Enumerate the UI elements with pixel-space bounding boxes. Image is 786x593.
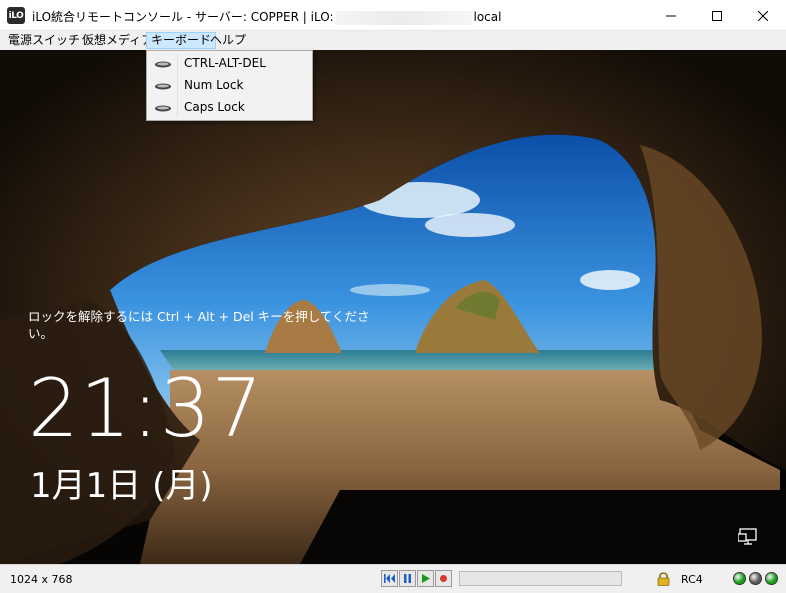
menu-power-switch[interactable]: 電源スイッチ (4, 32, 84, 49)
maximize-icon (712, 10, 722, 21)
pause-icon (404, 574, 411, 583)
window-title: iLO統合リモートコンソール - サーバー: COPPER | iLO: loca… (32, 8, 501, 25)
pause-button[interactable] (399, 570, 416, 587)
status-bar: 1024 x 768 RC4 (0, 564, 786, 593)
menu-help[interactable]: ヘルプ (206, 32, 250, 49)
menu-item-label: Num Lock (184, 78, 244, 92)
minimize-icon (666, 15, 676, 16)
network-icon[interactable] (738, 528, 758, 546)
keyboard-icon (155, 83, 171, 90)
screen-resolution: 1024 x 768 (10, 573, 73, 586)
close-icon (758, 10, 768, 21)
remote-console-screen[interactable]: ロックを解除するには Ctrl + Alt + Del キーを押してください。 … (0, 50, 786, 564)
skip-to-start-icon (384, 574, 395, 583)
lock-screen-date: 1月1日 (月) (30, 466, 213, 506)
skip-to-start-button[interactable] (381, 570, 398, 587)
lock-screen-time: 21:37 (28, 362, 264, 455)
unlock-instruction: ロックを解除するには Ctrl + Alt + Del キーを押してください。 (28, 309, 370, 341)
play-icon (422, 574, 430, 583)
menu-item-label: Caps Lock (184, 100, 245, 114)
encryption-label: RC4 (681, 573, 703, 586)
keyboard-dropdown-menu: CTRL-ALT-DEL Num Lock Caps Lock (146, 50, 313, 121)
ilo-logo-icon: iLO (7, 7, 25, 24)
keyboard-icon (155, 105, 171, 112)
playback-progress-bar (459, 571, 622, 586)
keyboard-icon (155, 61, 171, 68)
maximize-button[interactable] (694, 0, 740, 31)
record-button[interactable] (435, 570, 452, 587)
close-button[interactable] (740, 0, 786, 31)
window-title-prefix: iLO統合リモートコンソール - サーバー: COPPER | iLO: (32, 10, 334, 24)
power-indicator-icon (765, 572, 778, 585)
title-bar[interactable]: iLO iLO統合リモートコンソール - サーバー: COPPER | iLO:… (0, 0, 786, 31)
menu-item-ctrl-alt-del[interactable]: CTRL-ALT-DEL (149, 53, 310, 75)
menu-bar: 電源スイッチ 仮想メディア キーボード ヘルプ (0, 31, 786, 50)
minimize-button[interactable] (648, 0, 694, 31)
menu-item-num-lock[interactable]: Num Lock (149, 75, 310, 97)
redacted-hostname (335, 10, 472, 25)
lock-icon (657, 572, 670, 586)
record-icon (440, 575, 447, 582)
health-indicator-icon (733, 572, 746, 585)
menu-item-label: CTRL-ALT-DEL (184, 56, 266, 70)
window-title-suffix: local (473, 10, 502, 24)
play-button[interactable] (417, 570, 434, 587)
menu-item-caps-lock[interactable]: Caps Lock (149, 97, 310, 119)
activity-indicator-icon (749, 572, 762, 585)
